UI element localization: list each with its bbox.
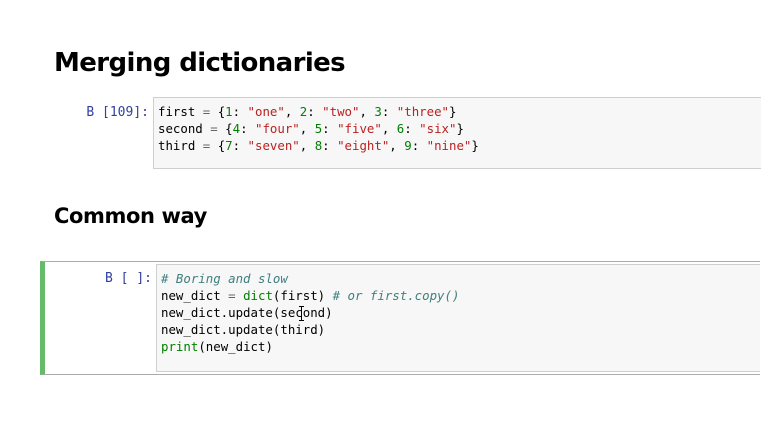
cell-2-input[interactable]: # Boring and slow new_dict = dict(first) … <box>156 264 760 372</box>
code-line: first = {1: "one", 2: "two", 3: "three"} <box>158 104 457 119</box>
code-line: second = {4: "four", 5: "five", 6: "six"… <box>158 121 464 136</box>
code-line: new_dict.update(third) <box>161 322 326 337</box>
code-line: new_dict.update(second) <box>161 305 333 320</box>
cell-1-prompt: В [109]: <box>86 105 149 120</box>
code-line: new_dict = dict(first) # or first.copy() <box>161 288 460 303</box>
code-line: third = {7: "seven", 8: "eight", 9: "nin… <box>158 138 479 153</box>
code-cell-1[interactable]: В [109]: first = {1: "one", 2: "two", 3:… <box>41 97 761 169</box>
code-cell-2-active[interactable]: В [ ]: # Boring and slow new_dict = dict(… <box>40 261 760 375</box>
cell-1-code[interactable]: first = {1: "one", 2: "two", 3: "three"}… <box>154 98 761 154</box>
cell-1-input[interactable]: first = {1: "one", 2: "two", 3: "three"}… <box>153 97 761 169</box>
code-line: # Boring and slow <box>161 271 288 286</box>
cell-2-prompt: В [ ]: <box>105 271 152 286</box>
heading-merging-dictionaries: Merging dictionaries <box>54 48 346 78</box>
code-line: print(new_dict) <box>161 339 273 354</box>
text-cursor-icon <box>299 306 304 321</box>
cell-2-code[interactable]: # Boring and slow new_dict = dict(first) … <box>157 265 760 355</box>
heading-common-way: Common way <box>54 204 207 228</box>
